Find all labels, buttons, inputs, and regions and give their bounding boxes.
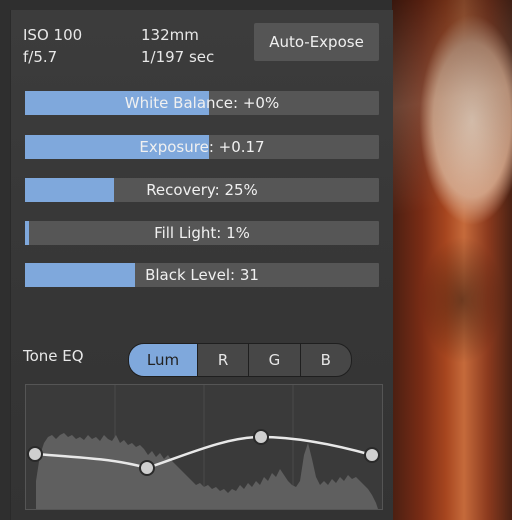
tone-eq-channel-selector: Lum R G B <box>128 343 352 377</box>
channel-b-button[interactable]: B <box>299 344 351 376</box>
channel-lum-button[interactable]: Lum <box>129 344 197 376</box>
curve-point-4[interactable] <box>364 447 380 463</box>
curve-point-1[interactable] <box>27 446 43 462</box>
adjustments-panel: ISO 100 f/5.7 132mm 1/197 sec Auto-Expos… <box>10 10 393 520</box>
recovery-slider[interactable]: Recovery: 25% <box>25 178 379 202</box>
photo-preview <box>392 0 512 520</box>
shutter-speed-value: 1/197 sec <box>141 48 215 66</box>
tone-curve-graph <box>27 385 380 509</box>
exif-col-right: 132mm 1/197 sec <box>141 24 214 68</box>
tone-eq-label: Tone EQ <box>23 347 84 365</box>
iso-value: ISO 100 <box>23 26 83 44</box>
white-balance-slider[interactable]: White Balance: +0% <box>25 91 379 115</box>
black-level-slider[interactable]: Black Level: 31 <box>25 263 379 287</box>
aperture-value: f/5.7 <box>23 48 58 66</box>
focal-length-value: 132mm <box>141 26 199 44</box>
recovery-label: Recovery: 25% <box>146 181 258 199</box>
curve-point-3[interactable] <box>253 429 269 445</box>
exposure-label: Exposure: +0.17 <box>139 138 265 156</box>
tone-curve-editor[interactable] <box>25 384 383 510</box>
black-level-label: Black Level: 31 <box>145 266 259 284</box>
curve-point-2[interactable] <box>139 460 155 476</box>
channel-g-button[interactable]: G <box>248 344 299 376</box>
exif-col-left: ISO 100 f/5.7 <box>23 24 82 68</box>
exposure-slider[interactable]: Exposure: +0.17 <box>25 135 379 159</box>
auto-expose-button[interactable]: Auto-Expose <box>254 23 379 61</box>
white-balance-label: White Balance: +0% <box>124 94 280 112</box>
fill-light-slider[interactable]: Fill Light: 1% <box>25 221 379 245</box>
fill-light-label: Fill Light: 1% <box>154 224 250 242</box>
channel-r-button[interactable]: R <box>196 344 248 376</box>
